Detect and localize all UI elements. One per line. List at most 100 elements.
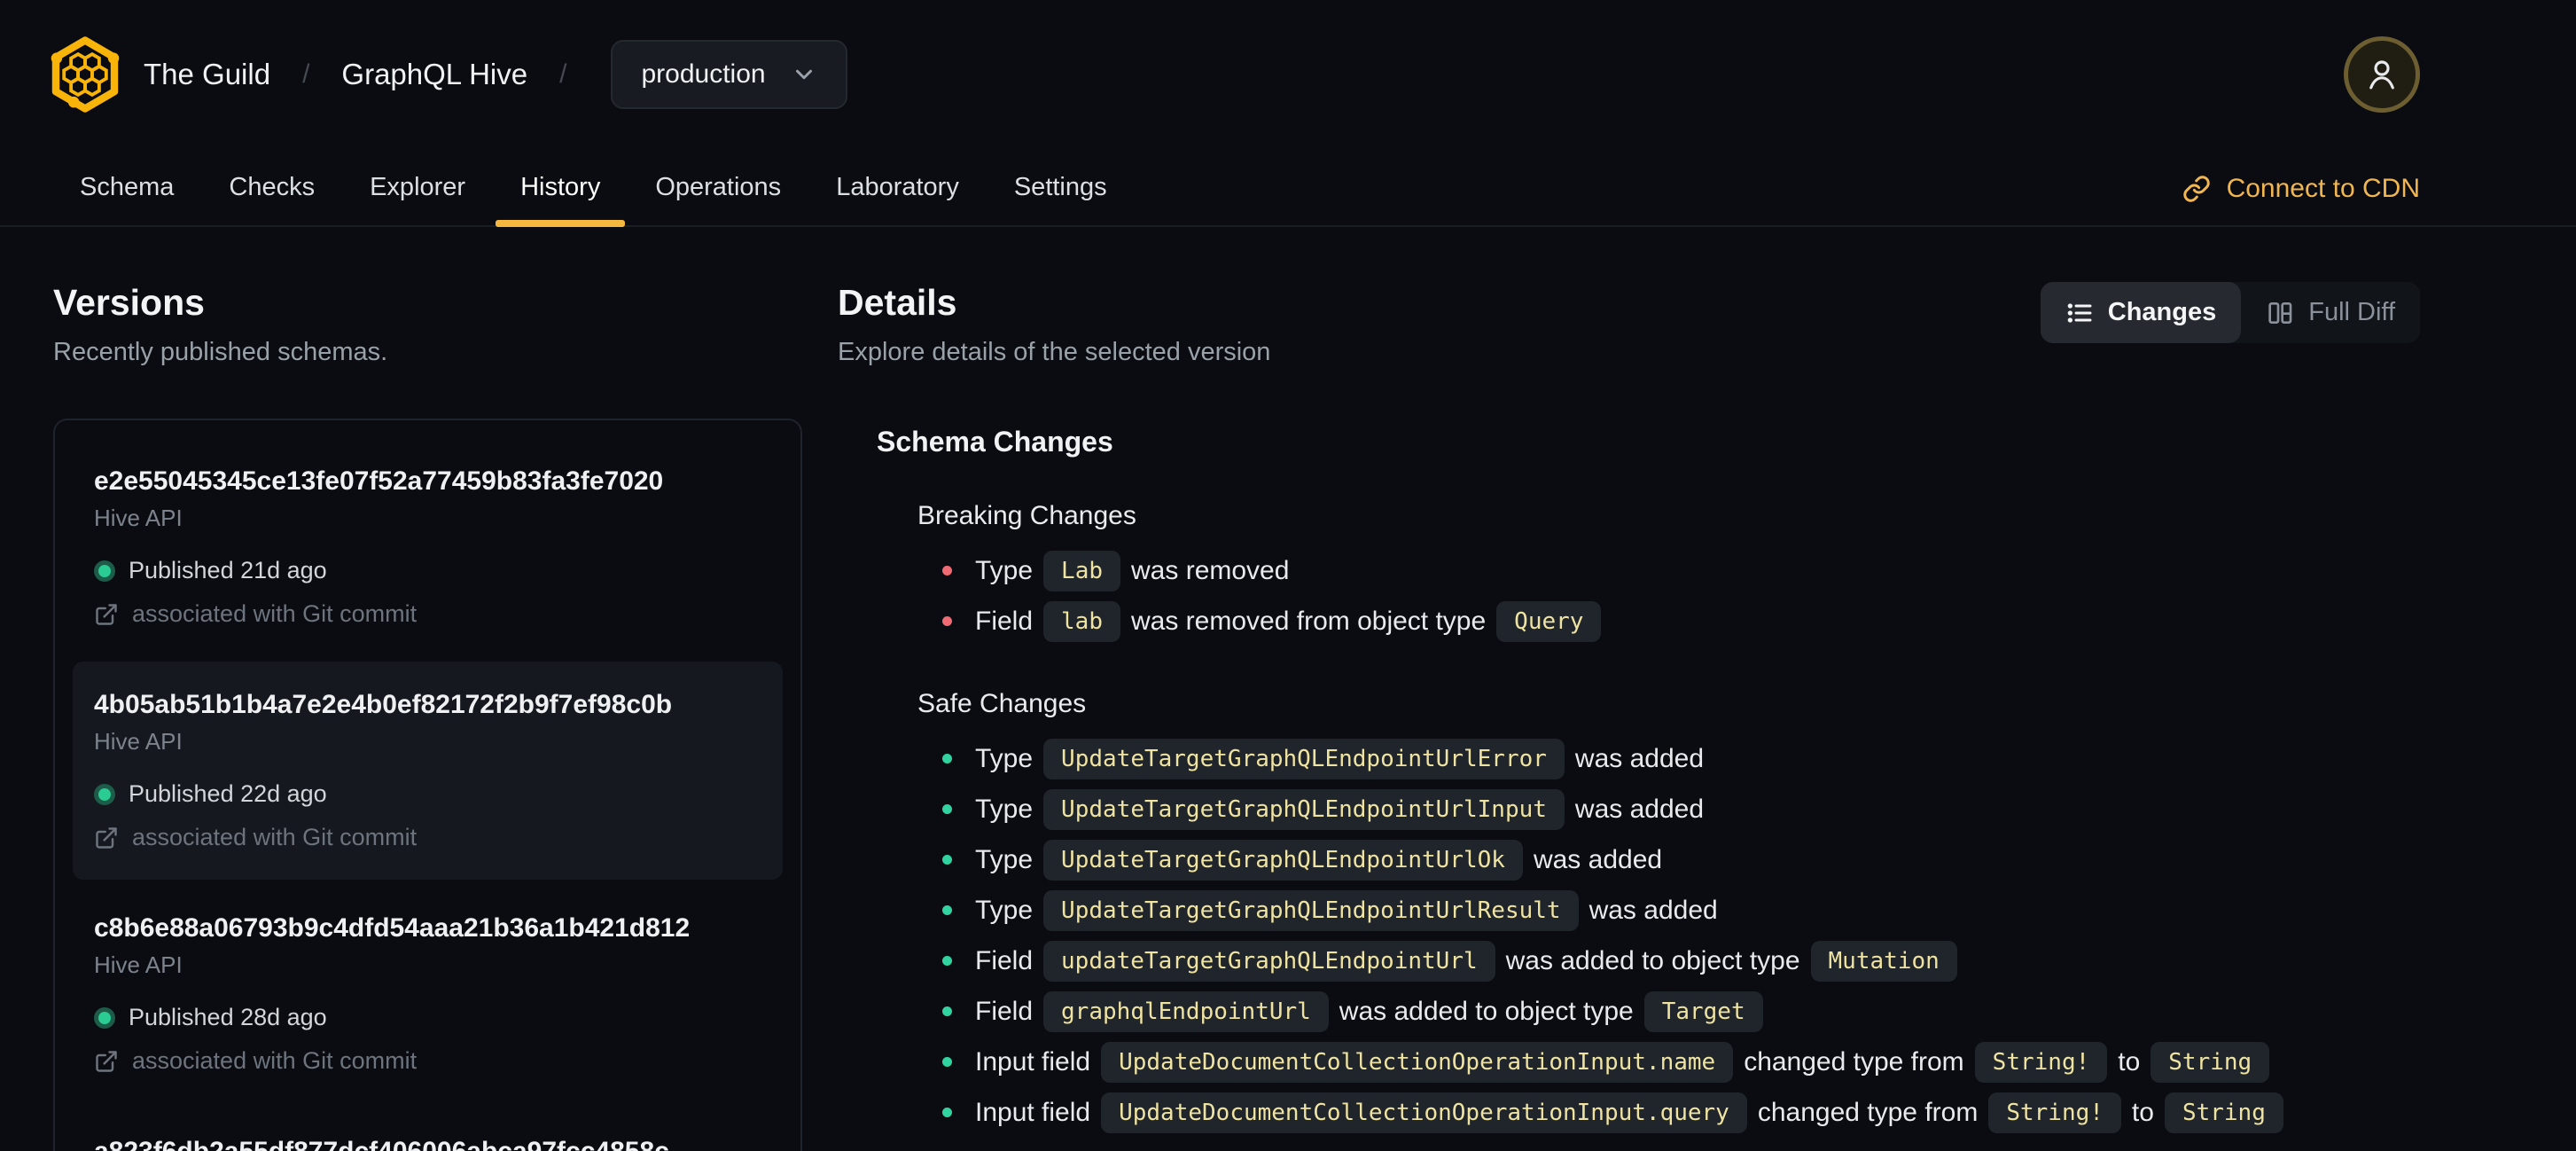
- code-chip: String!: [1974, 1041, 2108, 1083]
- git-commit-label: associated with Git commit: [132, 1047, 418, 1074]
- code-chip: String!: [1988, 1092, 2121, 1133]
- version-card[interactable]: 4b05ab51b1b4a7e2e4b0ef82172f2b9f7ef98c0b…: [73, 662, 783, 880]
- breaking-changes-group: Breaking Changes Type Lab was removed Field l…: [877, 501, 2420, 646]
- split-panels-icon: [2268, 301, 2292, 324]
- bullet-icon: [942, 566, 952, 576]
- external-link-icon: [96, 603, 117, 625]
- hive-logo-icon[interactable]: [46, 32, 124, 117]
- code-chip: UpdateTargetGraphQLEndpointUrlResult: [1043, 889, 1579, 931]
- bullet-icon: [942, 754, 952, 763]
- version-card[interactable]: a823f6db2a55df877dcf406006abca97fcc4858c…: [73, 1108, 783, 1151]
- change-row: Type UpdateTargetGraphQLEndpointUrlResult…: [917, 885, 2420, 936]
- breadcrumb-org[interactable]: The Guild: [144, 58, 270, 91]
- change-groups: Breaking Changes Type Lab was removed Field l…: [877, 501, 2420, 1138]
- tab-schema[interactable]: Schema: [80, 173, 174, 225]
- change-text: Input field: [975, 1046, 1091, 1077]
- connect-to-cdn-button[interactable]: Connect to CDN: [2182, 174, 2420, 225]
- change-row: Type UpdateTargetGraphQLEndpointUrlOk was …: [917, 834, 2420, 885]
- code-chip: String: [2151, 1041, 2270, 1083]
- version-card[interactable]: e2e55045345ce13fe07f52a77459b83fa3fe7020…: [73, 438, 783, 656]
- schema-changes-title: Schema Changes: [877, 426, 1113, 458]
- versions-title: Versions: [53, 282, 205, 323]
- tab-history[interactable]: History: [496, 173, 626, 227]
- change-text: Field: [975, 996, 1034, 1026]
- code-chip: UpdateDocumentCollectionOperationInput.q…: [1101, 1092, 1747, 1133]
- change-text: to: [2131, 1097, 2154, 1127]
- code-chip: graphqlEndpointUrl: [1043, 990, 1329, 1032]
- change-row: Type UpdateTargetGraphQLEndpointUrlError w…: [917, 733, 2420, 784]
- code-chip: Mutation: [1810, 940, 1957, 982]
- view-toggle: Changes Full Diff: [2040, 282, 2420, 343]
- bullet-icon: [942, 1108, 952, 1117]
- bullet-icon: [942, 1057, 952, 1067]
- change-text: was added: [1533, 844, 1663, 874]
- change-text: to: [2118, 1046, 2141, 1077]
- bullet-icon: [942, 804, 952, 814]
- target-selector-dropdown[interactable]: production: [611, 40, 847, 109]
- breaking-changes-rows: Type Lab was removed Field lab was removed fr…: [917, 545, 2420, 646]
- tab-checks[interactable]: Checks: [229, 173, 315, 225]
- change-text: Type: [975, 895, 1034, 925]
- git-commit-link[interactable]: associated with Git commit: [94, 600, 761, 628]
- code-chip: UpdateTargetGraphQLEndpointUrlError: [1043, 738, 1565, 779]
- main-content: Versions Recently published schemas. e2e…: [0, 227, 2576, 1151]
- git-commit-link[interactable]: associated with Git commit: [94, 824, 761, 851]
- list-icon: [2067, 302, 2092, 323]
- change-text: was added: [1574, 794, 1705, 824]
- target-selector-value: production: [641, 59, 766, 89]
- version-status: Published 21d ago: [94, 557, 761, 584]
- bullet-icon: [942, 956, 952, 966]
- version-service: Hive API: [94, 951, 183, 978]
- change-row: Input field UpdateDocumentCollectionOpera…: [917, 1037, 2420, 1087]
- change-text: was added to object type: [1505, 945, 1800, 975]
- bullet-icon: [942, 905, 952, 915]
- chevron-down-icon: [795, 69, 812, 80]
- version-status: Published 22d ago: [94, 780, 761, 808]
- top-bar: The Guild / GraphQL Hive / production: [0, 0, 2576, 147]
- breadcrumb-separator: /: [559, 59, 567, 89]
- change-text: was removed from object type: [1131, 606, 1487, 636]
- tab-explorer[interactable]: Explorer: [370, 173, 465, 225]
- safe-changes-title: Safe Changes: [917, 689, 1087, 718]
- change-row: Type UpdateTargetGraphQLEndpointUrlInput w…: [917, 784, 2420, 834]
- full-diff-view-button[interactable]: Full Diff: [2241, 282, 2420, 343]
- change-row: Field lab was removed from object type Quer…: [917, 596, 2420, 646]
- change-text: Field: [975, 945, 1034, 975]
- code-chip: lab: [1043, 600, 1120, 642]
- link-icon: [2182, 176, 2210, 202]
- schema-changes-section: Schema Changes Breaking Changes Type Lab wa…: [838, 426, 2420, 1138]
- change-text: changed type from: [1757, 1097, 1979, 1127]
- git-commit-label: associated with Git commit: [132, 824, 418, 850]
- change-text: Input field: [975, 1097, 1091, 1127]
- change-text: Type: [975, 743, 1034, 773]
- changes-view-label: Changes: [2107, 298, 2217, 326]
- version-status-label: Published 21d ago: [129, 557, 327, 583]
- published-dot-icon: [94, 560, 115, 582]
- version-card[interactable]: c8b6e88a06793b9c4dfd54aaa21b36a1b421d812…: [73, 885, 783, 1103]
- published-dot-icon: [94, 783, 115, 805]
- version-status-label: Published 28d ago: [129, 1004, 327, 1030]
- connect-to-cdn-label: Connect to CDN: [2226, 174, 2420, 203]
- code-chip: Target: [1643, 990, 1763, 1032]
- git-commit-label: associated with Git commit: [132, 600, 418, 627]
- version-hash: c8b6e88a06793b9c4dfd54aaa21b36a1b421d812: [94, 913, 691, 943]
- versions-subtitle: Recently published schemas.: [53, 338, 388, 366]
- tab-settings[interactable]: Settings: [1014, 173, 1107, 225]
- change-text: was added: [1589, 895, 1718, 925]
- bullet-icon: [942, 1006, 952, 1016]
- tab-operations[interactable]: Operations: [655, 173, 781, 225]
- git-commit-link[interactable]: associated with Git commit: [94, 1047, 761, 1075]
- full-diff-view-label: Full Diff: [2308, 298, 2395, 326]
- tab-laboratory[interactable]: Laboratory: [836, 173, 959, 225]
- breadcrumb-separator: /: [302, 59, 310, 89]
- safe-changes-rows: Type UpdateTargetGraphQLEndpointUrlError w…: [917, 733, 2420, 1138]
- user-avatar-button[interactable]: [2344, 36, 2420, 113]
- change-row: Field updateTargetGraphQLEndpointUrl was a…: [917, 936, 2420, 986]
- details-panel: Details Explore details of the selected …: [838, 282, 2420, 1151]
- changes-view-button[interactable]: Changes: [2040, 282, 2242, 343]
- external-link-icon: [96, 826, 117, 849]
- change-text: was added: [1574, 743, 1705, 773]
- details-subtitle: Explore details of the selected version: [838, 338, 1271, 366]
- breadcrumb-project[interactable]: GraphQL Hive: [341, 58, 527, 91]
- version-hash: 4b05ab51b1b4a7e2e4b0ef82172f2b9f7ef98c0b: [94, 690, 673, 719]
